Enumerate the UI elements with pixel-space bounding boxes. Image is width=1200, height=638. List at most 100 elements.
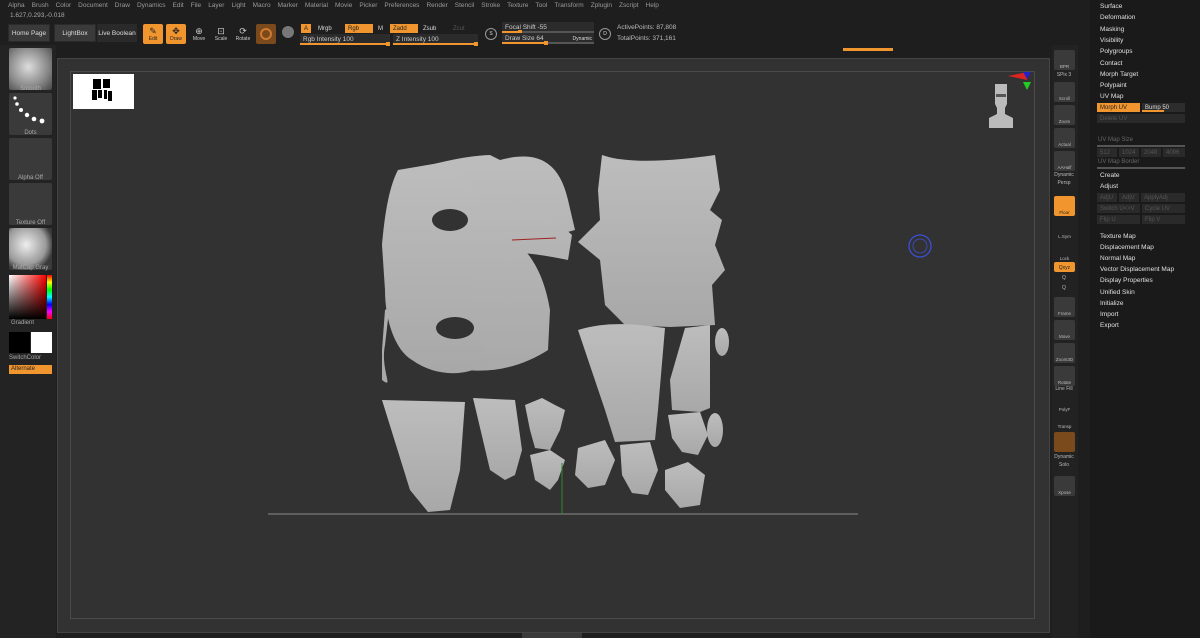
size-1024-button[interactable]: 1024 xyxy=(1119,148,1139,157)
menu-item-macro[interactable]: Macro xyxy=(253,2,271,9)
actual-button[interactable]: Actual xyxy=(1054,128,1075,148)
menu-item-layer[interactable]: Layer xyxy=(208,2,224,9)
mrgb-toggle[interactable]: Mrgb xyxy=(315,24,335,33)
rgb-intensity-slider[interactable]: Rgb Intensity 100 xyxy=(300,34,390,46)
focal-shift-slider[interactable]: Focal Shift -55 xyxy=(502,22,594,34)
applyadj-button[interactable]: ApplyAdj xyxy=(1141,193,1185,202)
cycle-uv-button[interactable]: Cycle UV xyxy=(1142,204,1185,213)
menu-item-render[interactable]: Render xyxy=(426,2,447,9)
surface-subpalette[interactable]: Surface xyxy=(1100,3,1122,10)
rgb-toggle[interactable]: Rgb xyxy=(345,24,373,33)
flip-u-button[interactable]: Flip U xyxy=(1097,215,1140,224)
menu-item-color[interactable]: Color xyxy=(56,2,72,9)
scroll-button[interactable]: Scroll xyxy=(1054,82,1075,102)
menu-item-file[interactable]: File xyxy=(191,2,201,9)
lsym-button[interactable]: L.Sym xyxy=(1054,220,1075,240)
flip-v-button[interactable]: Flip V xyxy=(1142,215,1185,224)
alpha-off-button[interactable] xyxy=(9,138,52,180)
rotate-tool-button[interactable]: ⟳ Rotate xyxy=(233,24,253,44)
size-512-button[interactable]: 512 xyxy=(1097,148,1117,157)
adju-slider[interactable]: AdjU xyxy=(1097,193,1117,202)
masking-subpalette[interactable]: Masking xyxy=(1100,26,1124,33)
menu-item-marker[interactable]: Marker xyxy=(278,2,298,9)
import-subpalette[interactable]: Import xyxy=(1100,311,1118,318)
display-properties-subpalette[interactable]: Display Properties xyxy=(1100,277,1153,284)
draw-size-slider[interactable]: Draw Size 64 Dynamic xyxy=(502,33,594,45)
bump-slider[interactable]: Bump 50 xyxy=(1142,103,1185,112)
transp-button[interactable]: Transp xyxy=(1054,410,1075,430)
edit-tool-button[interactable]: ✎ Edit xyxy=(143,24,163,44)
dynamic-persp-label[interactable]: Dynamic xyxy=(1052,172,1076,178)
size-2048-button[interactable]: 2048 xyxy=(1141,148,1161,157)
menu-item-brush[interactable]: Brush xyxy=(32,2,49,9)
menu-item-picker[interactable]: Picker xyxy=(359,2,377,9)
d-button[interactable]: D xyxy=(599,28,611,40)
material-swatch[interactable] xyxy=(256,24,276,44)
texture-off-button[interactable] xyxy=(9,183,52,225)
menu-item-tool[interactable]: Tool xyxy=(535,2,547,9)
size-4096-button[interactable]: 4096 xyxy=(1163,148,1185,157)
texture-map-subpalette[interactable]: Texture Map xyxy=(1100,233,1136,240)
m-toggle[interactable]: M xyxy=(375,24,386,33)
morph-target-subpalette[interactable]: Morph Target xyxy=(1100,71,1138,78)
menu-item-material[interactable]: Material xyxy=(305,2,328,9)
a-toggle[interactable]: A xyxy=(301,24,312,33)
z-intensity-slider[interactable]: Z Intensity 100 xyxy=(393,34,478,46)
bottom-shelf-handle[interactable] xyxy=(522,633,582,638)
visibility-subpalette[interactable]: Visibility xyxy=(1100,37,1123,44)
menu-item-alpha[interactable]: Alpha xyxy=(8,2,25,9)
lightbox-button[interactable]: LightBox xyxy=(54,24,96,42)
menu-item-light[interactable]: Light xyxy=(231,2,245,9)
move-view-button[interactable]: Move xyxy=(1054,320,1075,340)
dynamic-solo-label[interactable]: Dynamic xyxy=(1052,454,1076,460)
adjust-subpalette[interactable]: Adjust xyxy=(1100,183,1118,190)
menu-item-document[interactable]: Document xyxy=(78,2,108,9)
persp-label[interactable]: Persp xyxy=(1052,180,1076,186)
menu-item-transform[interactable]: Transform xyxy=(554,2,583,9)
menu-item-stencil[interactable]: Stencil xyxy=(455,2,475,9)
rotate-view-button[interactable]: Rotate xyxy=(1054,366,1075,386)
dots-stroke-button[interactable] xyxy=(9,93,52,135)
delete-uv-button[interactable]: Delete UV xyxy=(1097,114,1185,123)
normal-map-subpalette[interactable]: Normal Map xyxy=(1100,255,1135,262)
xpose-button[interactable]: Xpose xyxy=(1054,476,1075,496)
q-button-2[interactable]: Q xyxy=(1052,285,1076,291)
live-boolean-button[interactable]: Live Boolean xyxy=(97,24,137,42)
lock-button[interactable]: Lock xyxy=(1054,242,1075,262)
solo-label[interactable]: Solo xyxy=(1052,462,1076,468)
bpr-button[interactable]: BPR xyxy=(1054,50,1075,70)
menu-item-edit[interactable]: Edit xyxy=(173,2,184,9)
menu-item-preferences[interactable]: Preferences xyxy=(384,2,419,9)
zoom-button[interactable]: Zoom xyxy=(1054,105,1075,125)
navigation-head-gizmo[interactable] xyxy=(985,70,1035,132)
home-page-button[interactable]: Home Page xyxy=(8,24,50,42)
uv-map-subpalette[interactable]: UV Map xyxy=(1100,93,1123,100)
displacement-map-subpalette[interactable]: Displacement Map xyxy=(1100,244,1154,251)
adjv-slider[interactable]: AdjV xyxy=(1119,193,1139,202)
spix-label[interactable]: SPix 3 xyxy=(1052,72,1076,78)
scale-tool-button[interactable]: ⊡ Scale xyxy=(211,24,231,44)
floor-button[interactable]: Floor xyxy=(1054,196,1075,216)
deformation-subpalette[interactable]: Deformation xyxy=(1100,14,1135,21)
line-fill-label[interactable]: Line Fill xyxy=(1052,386,1076,392)
zsub-toggle[interactable]: Zsub xyxy=(420,24,439,33)
zoom3d-button[interactable]: Zoom3D xyxy=(1054,343,1075,363)
draw-tool-button[interactable]: ✥ Draw xyxy=(166,24,186,44)
switch-uv-button[interactable]: Switch U<>V xyxy=(1097,204,1140,213)
slider-knob[interactable] xyxy=(474,42,478,46)
create-subpalette[interactable]: Create xyxy=(1100,172,1120,179)
alternate-button[interactable]: Alternate xyxy=(9,365,52,374)
unified-skin-subpalette[interactable]: Unified Skin xyxy=(1100,289,1135,296)
menu-item-texture[interactable]: Texture xyxy=(507,2,528,9)
color-picker-square[interactable] xyxy=(9,275,46,319)
polypaint-subpalette[interactable]: Polypaint xyxy=(1100,82,1127,89)
menu-item-dynamics[interactable]: Dynamics xyxy=(137,2,166,9)
xyz-button[interactable]: Qxyz xyxy=(1054,262,1075,272)
switchcolor-label[interactable]: SwitchColor xyxy=(9,355,41,361)
contact-subpalette[interactable]: Contact xyxy=(1100,60,1122,67)
s-button[interactable]: S xyxy=(485,28,497,40)
dynamic-label[interactable]: Dynamic xyxy=(573,36,592,42)
move-tool-button[interactable]: ⊕ Move xyxy=(189,24,209,44)
zadd-toggle[interactable]: Zadd xyxy=(390,24,418,33)
q-button-1[interactable]: Q xyxy=(1052,275,1076,281)
